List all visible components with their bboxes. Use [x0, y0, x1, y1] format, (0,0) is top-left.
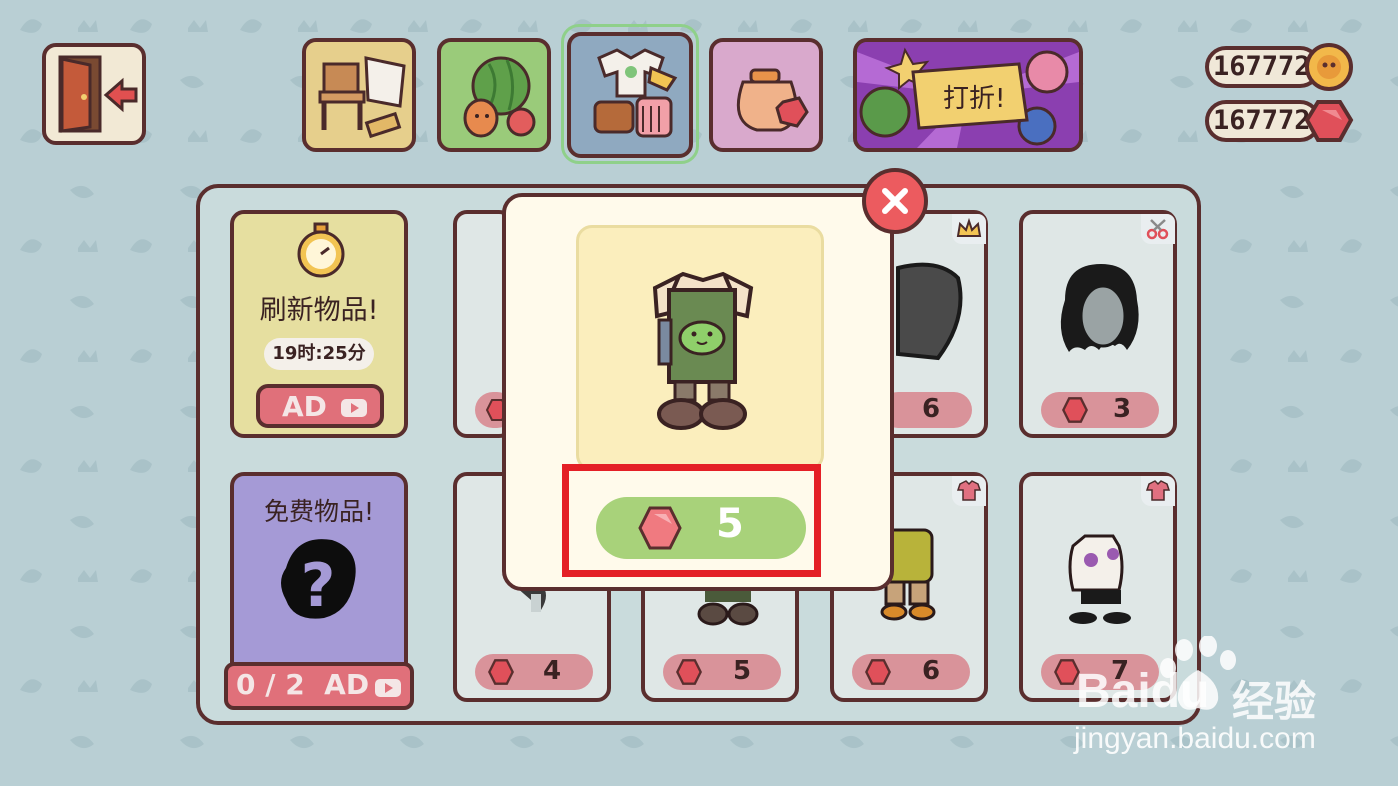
close-icon: [882, 188, 908, 214]
play-video-icon: [375, 679, 401, 697]
highlight-box: [562, 464, 821, 577]
price-pill: [1041, 392, 1159, 428]
hat-item-icon: [896, 262, 963, 361]
item-price: 5: [733, 656, 752, 686]
item-preview-frame: [576, 225, 824, 471]
gem-icon: [488, 659, 514, 685]
svg-text:?: ?: [301, 551, 336, 621]
close-button[interactable]: [862, 168, 928, 234]
tab-food[interactable]: [437, 38, 551, 152]
frog-overalls-item-icon: [652, 271, 754, 430]
free-ad-button[interactable]: 0 / 2 AD: [224, 662, 414, 710]
watermark-brand: Baidu: [1076, 665, 1210, 718]
free-title: 免费物品!: [263, 497, 375, 526]
crown-icon: [956, 217, 982, 237]
shirt-tag: [952, 476, 986, 506]
mystery-question-icon: ?: [281, 539, 356, 621]
item-price: 4: [543, 656, 562, 686]
boots-item-icon: [697, 588, 759, 626]
shirt-icon: [956, 480, 982, 501]
sale-label: 打折!: [943, 84, 1006, 114]
tab-clothes[interactable]: [567, 32, 693, 158]
refresh-title: 刷新物品!: [259, 295, 379, 326]
refresh-ad-label: AD: [282, 390, 327, 423]
refresh-timer: 19时:25分: [264, 338, 374, 370]
item-price: 3: [1113, 394, 1132, 424]
hair-item-icon: [1060, 264, 1139, 352]
watermark-cn: 经验: [1232, 678, 1317, 725]
vegetables-icon: [463, 56, 536, 138]
money-bag-icon: [736, 68, 809, 132]
sale-banner[interactable]: 打折!: [853, 38, 1083, 152]
crown-tag: [952, 214, 986, 244]
play-video-icon: [341, 399, 367, 417]
refresh-items-card: 刷新物品! 19时:25分 AD: [230, 210, 408, 438]
tab-bag[interactable]: [709, 38, 823, 152]
tab-furniture[interactable]: [302, 38, 416, 152]
item-price: 6: [922, 394, 941, 424]
item-card-3[interactable]: 3: [1019, 210, 1177, 438]
chair-icon: [318, 56, 406, 139]
shirt-tag: [1141, 476, 1175, 506]
gem-icon: [865, 659, 891, 685]
stopwatch-icon: [297, 222, 345, 278]
free-ad-counter-label: 0 / 2 AD: [236, 668, 370, 701]
gem-icon: [1304, 100, 1354, 142]
exit-button[interactable]: [42, 43, 146, 145]
dress-item-icon: [1068, 534, 1131, 624]
clothes-icon: [593, 48, 678, 138]
coin-icon: [1305, 43, 1353, 91]
exit-door-icon: [58, 55, 138, 133]
shirt-icon: [1145, 480, 1171, 501]
free-items-card: 免费物品! ? 0 / 2 AD: [224, 472, 414, 710]
watermark-url: jingyan.baidu.com: [1074, 722, 1316, 755]
scissors-icon: [1146, 219, 1169, 240]
gem-icon: [1062, 397, 1088, 423]
item-price: 6: [922, 656, 941, 686]
refresh-ad-button[interactable]: AD: [256, 384, 384, 428]
gem-icon: [676, 659, 702, 685]
scissors-tag: [1141, 214, 1175, 244]
